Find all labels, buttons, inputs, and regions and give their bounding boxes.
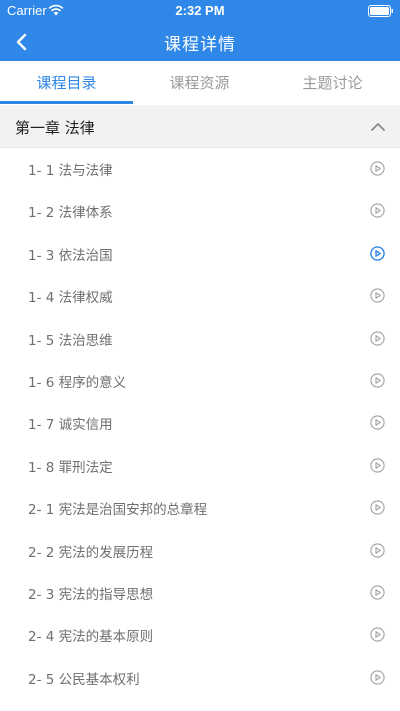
- lesson-label: 2- 1 宪法是治国安邦的总章程: [28, 502, 208, 519]
- status-time: 2:32 PM: [175, 3, 225, 18]
- status-bar: Carrier 2:32 PM: [0, 0, 400, 22]
- active-tab-indicator: [0, 101, 133, 104]
- play-icon[interactable]: [370, 500, 385, 515]
- chevron-left-icon: [16, 33, 27, 51]
- lesson-item[interactable]: 1- 2 法律体系: [0, 190, 400, 232]
- play-icon[interactable]: [370, 161, 385, 176]
- play-icon[interactable]: [370, 542, 385, 558]
- lesson-item[interactable]: 1- 1 法与法律: [0, 148, 400, 190]
- lesson-label: 1- 4 法律权威: [28, 290, 113, 307]
- lesson-item[interactable]: 2- 5 公民基本权利: [0, 657, 400, 699]
- lesson-item[interactable]: 1- 5 法治思维: [0, 318, 400, 360]
- lesson-label: 1- 7 诚实信用: [28, 417, 113, 434]
- lesson-item[interactable]: 1- 4 法律权威: [0, 275, 400, 317]
- lesson-label: 2- 2 宪法的发展历程: [28, 544, 154, 561]
- lesson-item[interactable]: 1- 8 罪刑法定: [0, 445, 400, 487]
- chapter-header[interactable]: 第一章 法律: [0, 105, 400, 148]
- lesson-label: 1- 1 法与法律: [28, 163, 113, 179]
- lesson-label: 1- 6 程序的意义: [28, 374, 127, 391]
- tab-bar: 课程目录 课程资源 主题讨论: [0, 61, 400, 105]
- nav-bar: 课程详情: [0, 22, 400, 61]
- play-icon[interactable]: [370, 415, 385, 430]
- lesson-label: 1- 8 罪刑法定: [28, 459, 113, 476]
- lesson-item[interactable]: 2- 2 宪法的发展历程: [0, 530, 400, 572]
- lesson-item[interactable]: 2- 1 宪法是治国安邦的总章程: [0, 487, 400, 529]
- play-icon[interactable]: [370, 288, 385, 303]
- play-icon[interactable]: [370, 627, 385, 642]
- app-header: Carrier 2:32 PM 课程详情: [0, 0, 400, 61]
- lesson-item[interactable]: 1- 6 程序的意义: [0, 360, 400, 402]
- play-icon[interactable]: [370, 373, 385, 388]
- lesson-item[interactable]: 2- 3 宪法的指导思想: [0, 572, 400, 614]
- lesson-label: 2- 4 宪法的基本原则: [28, 629, 154, 646]
- lesson-item[interactable]: 1- 7 诚实信用: [0, 402, 400, 444]
- play-icon[interactable]: [370, 670, 385, 685]
- battery-icon: [368, 5, 393, 17]
- play-icon[interactable]: [370, 245, 385, 261]
- chevron-up-icon: [371, 123, 385, 131]
- lesson-item[interactable]: 2- 4 宪法的基本原则: [0, 614, 400, 656]
- play-icon[interactable]: [370, 458, 385, 473]
- play-icon[interactable]: [370, 585, 385, 600]
- lesson-list: 1- 1 法与法律 1- 2 法律体系 1- 3 依法治国 1- 4 法律权威 1- 5…: [0, 148, 400, 699]
- tab-topic-discussion[interactable]: 主题讨论: [266, 61, 399, 105]
- page-title: 课程详情: [164, 35, 236, 55]
- play-icon[interactable]: [370, 203, 385, 219]
- chapter-title: 第一章 法律: [15, 119, 95, 137]
- lesson-label: 1- 2 法律体系: [28, 205, 113, 222]
- tab-course-resources[interactable]: 课程资源: [133, 61, 266, 105]
- lesson-label: 1- 3 依法治国: [28, 247, 113, 264]
- back-button[interactable]: [8, 28, 36, 56]
- lesson-item[interactable]: 1- 3 依法治国: [0, 233, 400, 275]
- tab-course-catalog[interactable]: 课程目录: [0, 61, 133, 105]
- play-icon[interactable]: [370, 330, 385, 346]
- lesson-label: 2- 5 公民基本权利: [28, 671, 140, 688]
- lesson-label: 2- 3 宪法的指导思想: [28, 586, 154, 603]
- lesson-label: 1- 5 法治思维: [28, 332, 113, 349]
